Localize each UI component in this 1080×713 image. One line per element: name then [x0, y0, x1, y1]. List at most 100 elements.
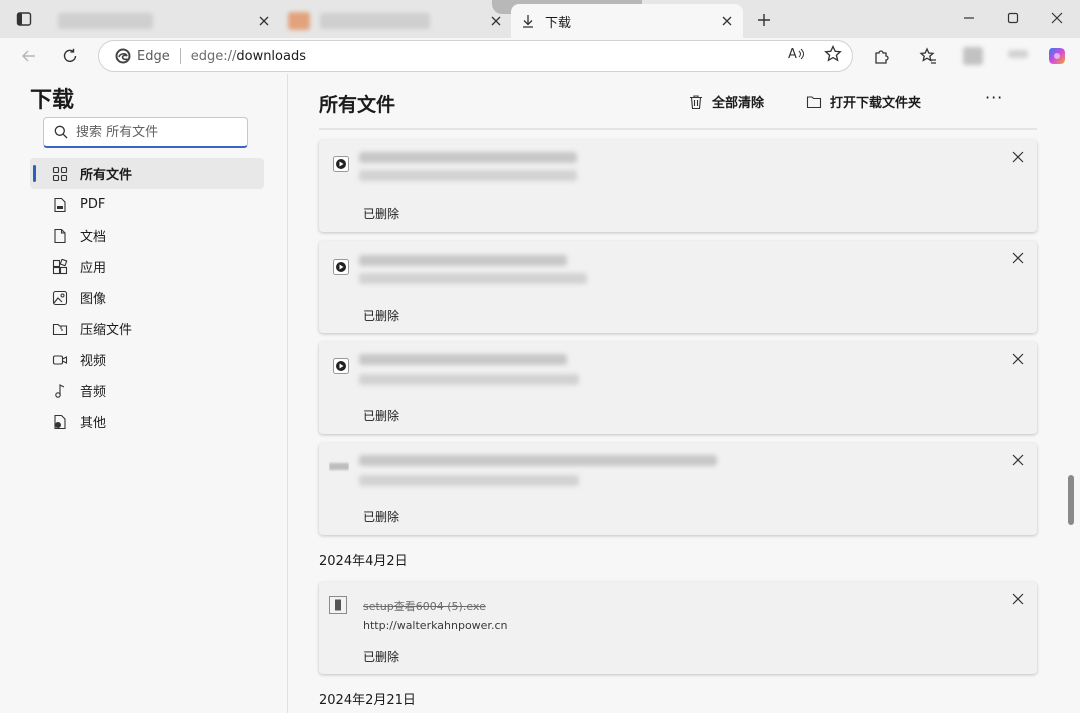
- refresh-button[interactable]: [57, 43, 83, 69]
- maximize-button[interactable]: [998, 6, 1028, 30]
- address-separator: [179, 48, 181, 64]
- blurred-file-name: [359, 455, 717, 466]
- tab-actions-button[interactable]: [8, 8, 40, 30]
- new-tab-button[interactable]: [752, 8, 776, 32]
- sidebar-item-archives[interactable]: 压缩文件: [30, 313, 264, 344]
- download-item[interactable]: setup查看6004 (5).exe http://walterkahnpow…: [319, 582, 1037, 674]
- grid-icon: [52, 166, 68, 182]
- remove-download-button[interactable]: [1009, 590, 1027, 608]
- read-aloud-icon[interactable]: A: [788, 45, 810, 63]
- close-icon: [1012, 252, 1024, 264]
- tab-close-button[interactable]: [256, 13, 272, 29]
- archive-icon: [52, 321, 68, 337]
- sidebar-item-label: 其他: [80, 416, 107, 431]
- refresh-icon: [62, 48, 78, 64]
- sidebar-item-documents[interactable]: 文档: [30, 220, 264, 251]
- edge-logo-icon: [115, 48, 131, 64]
- blurred-tab-title: [58, 13, 153, 29]
- sidebar-item-label: 所有文件: [80, 168, 133, 183]
- sidebar-item-label: 应用: [80, 261, 107, 276]
- plus-icon: [757, 13, 771, 27]
- downloads-page: 下载 所有文件 PDF 文档 应用 图像: [0, 74, 1080, 713]
- tab-blurred-2[interactable]: [278, 4, 512, 38]
- favorite-star-icon[interactable]: [824, 45, 842, 63]
- download-item[interactable]: 已删除: [319, 443, 1037, 535]
- download-item[interactable]: 已删除: [319, 342, 1037, 434]
- remove-download-button[interactable]: [1009, 451, 1027, 469]
- document-icon: [52, 228, 68, 244]
- blurred-file-name: [359, 354, 567, 365]
- sidebar-title: 下载: [30, 88, 75, 113]
- blurred-file-name: [359, 152, 577, 163]
- extensions-button[interactable]: [869, 43, 895, 69]
- sidebar-item-label: 视频: [80, 354, 107, 369]
- clear-all-button[interactable]: 全部清除: [688, 92, 764, 111]
- download-item[interactable]: 已删除: [319, 140, 1037, 232]
- close-icon: [722, 16, 732, 26]
- open-downloads-folder-button[interactable]: 打开下载文件夹: [806, 92, 921, 111]
- sidebar-item-label: 文档: [80, 230, 107, 245]
- minimize-icon: [963, 12, 975, 24]
- more-options-button[interactable]: ···: [985, 88, 1003, 107]
- close-icon: [1012, 151, 1024, 163]
- read-aloud-label: A: [788, 46, 797, 62]
- close-icon: [1012, 454, 1024, 466]
- window-close-button[interactable]: [1042, 6, 1072, 30]
- tab-actions-icon: [16, 11, 32, 27]
- download-status: 已删除: [363, 207, 400, 221]
- sidebar-item-other[interactable]: 其他: [30, 406, 264, 437]
- category-nav: 所有文件 PDF 文档 应用 图像 压缩文件 视频 音频 其他: [30, 158, 264, 437]
- search-input[interactable]: [76, 124, 236, 140]
- blurred-extension-icon[interactable]: [1008, 50, 1028, 58]
- page-title: 所有文件: [319, 94, 396, 116]
- tab-close-button[interactable]: [488, 13, 504, 29]
- remove-download-button[interactable]: [1009, 249, 1027, 267]
- favorites-button[interactable]: [915, 43, 941, 69]
- video-icon: [52, 352, 68, 368]
- sidebar-item-audio[interactable]: 音频: [30, 375, 264, 406]
- browser-toolbar: Edge edge://downloads A: [0, 38, 1080, 74]
- sidebar-item-apps[interactable]: 应用: [30, 251, 264, 282]
- blurred-file-url: [359, 475, 579, 486]
- url-text: edge://downloads: [191, 49, 306, 64]
- video-file-icon: [333, 358, 349, 374]
- downloads-main: 所有文件 全部清除 打开下载文件夹 ··· 已删除 已删除 已删除 已删除 20…: [289, 74, 1080, 713]
- blurred-profile-icon[interactable]: [963, 47, 983, 65]
- copilot-button[interactable]: [1044, 43, 1070, 69]
- blurred-file-url: [359, 170, 577, 181]
- download-status: 已删除: [363, 650, 400, 664]
- file-name[interactable]: setup查看6004 (5).exe: [363, 598, 486, 614]
- downloads-sidebar: 下载 所有文件 PDF 文档 应用 图像: [0, 74, 288, 713]
- url-path: downloads: [236, 48, 306, 64]
- folder-icon: [806, 94, 822, 110]
- scrollbar-thumb[interactable]: [1068, 475, 1074, 525]
- tab-close-button[interactable]: [719, 13, 735, 29]
- sidebar-item-images[interactable]: 图像: [30, 282, 264, 313]
- remove-download-button[interactable]: [1009, 148, 1027, 166]
- site-info[interactable]: Edge: [115, 48, 170, 64]
- download-status: 已删除: [363, 309, 400, 323]
- tab-downloads[interactable]: 下载: [511, 4, 743, 38]
- image-icon: [52, 290, 68, 306]
- sidebar-item-label: 图像: [80, 292, 107, 307]
- date-group-header: 2024年4月2日: [319, 554, 408, 569]
- sidebar-item-video[interactable]: 视频: [30, 344, 264, 375]
- exe-file-icon: [329, 596, 347, 614]
- address-bar[interactable]: Edge edge://downloads A: [98, 40, 853, 72]
- trash-icon: [688, 94, 704, 110]
- other-file-icon: [52, 414, 68, 430]
- sidebar-item-all-files[interactable]: 所有文件: [30, 158, 264, 189]
- remove-download-button[interactable]: [1009, 350, 1027, 368]
- blurred-file-url: [359, 273, 587, 284]
- search-box[interactable]: [43, 117, 248, 148]
- minimize-button[interactable]: [954, 6, 984, 30]
- download-item[interactable]: 已删除: [319, 241, 1037, 333]
- puzzle-icon: [873, 47, 891, 65]
- download-status: 已删除: [363, 409, 400, 423]
- close-icon: [1051, 12, 1063, 24]
- video-file-icon: [333, 156, 349, 172]
- tab-blurred-1[interactable]: [42, 4, 280, 38]
- back-button[interactable]: [16, 43, 42, 69]
- file-source-url[interactable]: http://walterkahnpower.cn: [363, 619, 507, 632]
- sidebar-item-pdf[interactable]: PDF: [30, 189, 264, 220]
